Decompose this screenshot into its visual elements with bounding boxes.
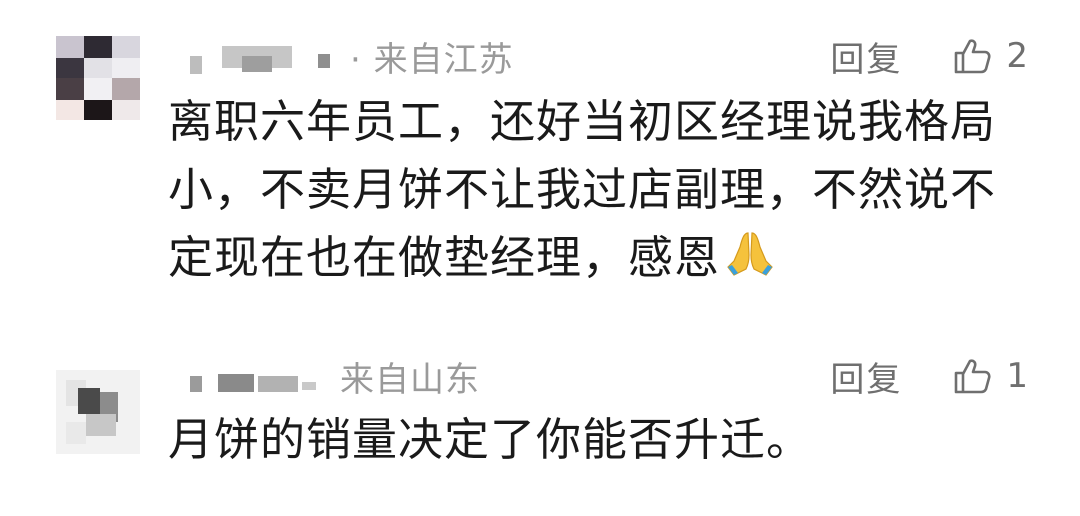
avatar[interactable] <box>56 370 140 454</box>
comment-meta: · 来自江苏 <box>186 34 514 80</box>
location-label: · 来自江苏 <box>350 39 514 80</box>
comment-actions: 回复 1 <box>830 352 1028 401</box>
comment-text: 月饼的销量决定了你能否升迁。 <box>168 408 1008 472</box>
avatar[interactable] <box>56 36 140 120</box>
comment-item: 来自山东 回复 1 月饼的销量决定了你能否升迁。 <box>0 330 1080 516</box>
comment-body: 月饼的销量决定了你能否升迁。 <box>168 413 813 466</box>
like-button[interactable]: 1 <box>952 356 1028 396</box>
thumbs-up-icon <box>955 39 991 74</box>
username-redacted[interactable] <box>186 34 336 78</box>
comment-item: · 来自江苏 回复 2 离职六年员工，还好当初区经理说我格局小，不卖月饼不让我过… <box>0 0 1080 300</box>
like-count: 1 <box>1006 356 1028 396</box>
comment-actions: 回复 2 <box>830 32 1028 81</box>
reply-button[interactable]: 回复 <box>830 32 902 81</box>
comment-text: 离职六年员工，还好当初区经理说我格局小，不卖月饼不让我过店副理，不然说不定现在也… <box>168 88 1008 292</box>
thumbs-up-icon <box>955 359 991 394</box>
username-redacted[interactable] <box>186 354 326 398</box>
like-count: 2 <box>1006 36 1028 76</box>
like-button[interactable]: 2 <box>952 36 1028 76</box>
folded-hands-icon <box>727 232 773 276</box>
comment-meta: 来自山东 <box>186 354 480 400</box>
comment-body: 离职六年员工，还好当初区经理说我格局小，不卖月饼不让我过店副理，不然说不定现在也… <box>168 95 997 284</box>
reply-button[interactable]: 回复 <box>830 352 902 401</box>
location-label: 来自山东 <box>340 359 480 400</box>
